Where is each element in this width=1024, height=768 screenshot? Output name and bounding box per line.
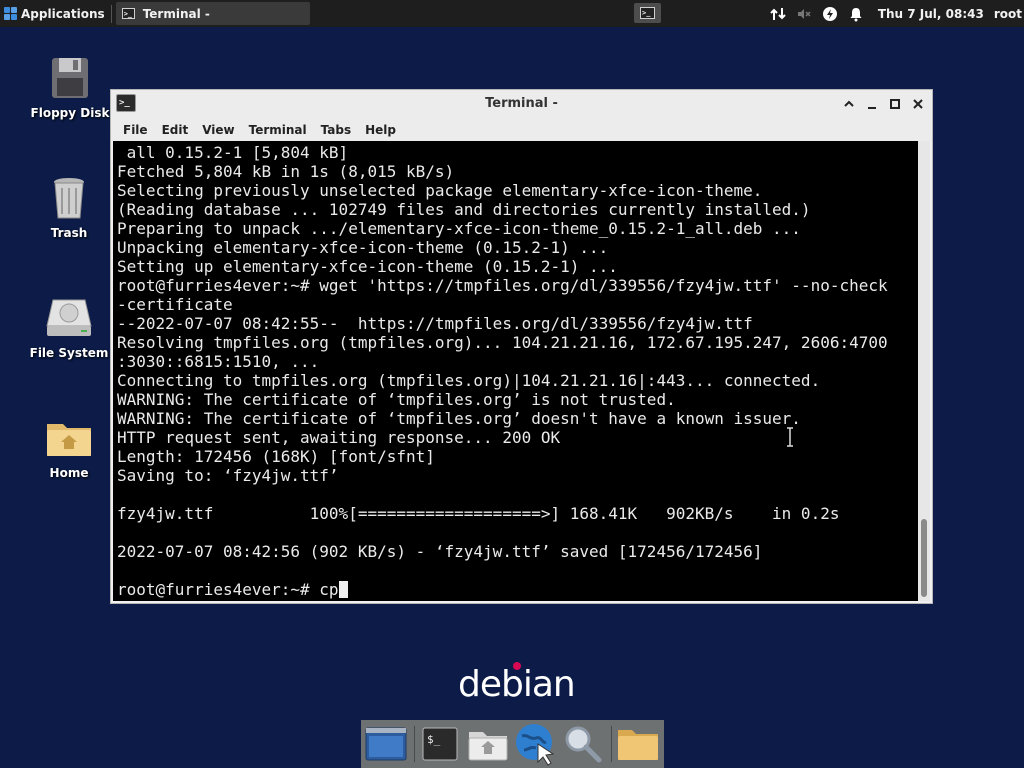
maximize-button[interactable] (886, 95, 903, 112)
app-finder-icon (565, 726, 602, 763)
taskbar-terminal-label: Terminal - (142, 6, 210, 21)
floppy-disk-icon (46, 54, 94, 102)
debian-logo: debian (458, 662, 576, 705)
text-cursor-icon (787, 427, 793, 447)
dock-file-manager[interactable] (466, 721, 510, 767)
file-manager-icon (468, 732, 508, 761)
terminal-output[interactable]: all 0.15.2-1 [5,804 kB] Fetched 5,804 kB… (113, 141, 920, 601)
home-folder-icon (45, 414, 93, 462)
dock-folder[interactable] (616, 721, 660, 767)
terminal-text: all 0.15.2-1 [5,804 kB] Fetched 5,804 kB… (117, 143, 888, 599)
dock-terminal[interactable]: $_ (418, 721, 462, 767)
applications-label: Applications (21, 6, 105, 21)
panel-separator (110, 4, 112, 23)
svg-text:$_: $_ (427, 733, 441, 746)
scrollbar-thumb[interactable] (921, 519, 927, 597)
menu-view[interactable]: View (202, 123, 234, 137)
notification-bell-icon[interactable] (848, 6, 864, 22)
desktop-icon-label: Trash (50, 226, 88, 240)
dock-show-desktop[interactable] (364, 721, 408, 767)
dock-separator (413, 726, 415, 762)
terminal-prompt-line[interactable]: root@furries4ever:~# cp (117, 580, 339, 599)
window-title: Terminal - (485, 96, 558, 111)
menu-terminal[interactable]: Terminal (249, 123, 307, 137)
maximize-icon (889, 98, 900, 109)
desktop-icon-file-system[interactable]: File System (29, 294, 109, 360)
dock: $_ (361, 720, 664, 768)
desktop-icon-label: Floppy Disk (30, 106, 110, 120)
volume-muted-icon[interactable] (796, 6, 812, 22)
show-desktop-icon (365, 727, 407, 761)
menu-bar: File Edit View Terminal Tabs Help (111, 118, 932, 141)
menu-tabs[interactable]: Tabs (321, 123, 351, 137)
top-panel: Applications >_ Terminal - >_ Thu 7 Jul,… (0, 0, 1024, 27)
terminal-icon: $_ (422, 727, 458, 761)
desktop-icon-floppy-disk[interactable]: Floppy Disk (30, 54, 110, 120)
terminal-window: >_ Terminal - File Edit View Terminal Ta… (110, 89, 933, 604)
close-button[interactable] (909, 95, 926, 112)
desktop-icon-home[interactable]: Home (29, 414, 109, 480)
minimize-icon (867, 106, 876, 109)
window-titlebar[interactable]: >_ Terminal - (111, 90, 932, 118)
menu-edit[interactable]: Edit (162, 123, 189, 137)
workspace-terminal-icon: >_ (640, 7, 655, 19)
dock-web-browser[interactable] (514, 721, 558, 767)
network-icon[interactable] (770, 6, 786, 22)
system-tray: Thu 7 Jul, 08:43 root (770, 0, 1024, 27)
shade-button[interactable] (840, 95, 857, 112)
debian-logo-text: debian (458, 664, 576, 705)
menu-file[interactable]: File (123, 123, 148, 137)
desktop-icon-trash[interactable]: Trash (29, 174, 109, 240)
folder-icon (618, 730, 659, 760)
desktop-icon-label: Home (49, 466, 89, 480)
desktop-icon-label: File System (29, 346, 109, 360)
taskbar-terminal-button[interactable]: >_ Terminal - (115, 2, 310, 25)
power-icon[interactable] (822, 6, 838, 22)
dock-app-finder[interactable] (562, 721, 606, 767)
dock-separator (611, 726, 613, 762)
web-browser-icon (515, 724, 554, 766)
minimize-button[interactable] (863, 95, 880, 112)
applications-menu-icon (4, 6, 18, 21)
debian-swirl-icon (513, 662, 521, 670)
user-menu[interactable]: root (994, 7, 1022, 21)
chevron-up-icon (843, 100, 854, 107)
hard-drive-icon (45, 294, 93, 342)
clock[interactable]: Thu 7 Jul, 08:43 (878, 7, 984, 21)
terminal-block-cursor (338, 581, 348, 598)
menu-help[interactable]: Help (365, 123, 396, 137)
close-icon (912, 98, 923, 109)
workspace-switcher[interactable]: >_ (634, 3, 661, 23)
trash-icon (45, 174, 93, 222)
terminal-icon: >_ (121, 8, 135, 19)
terminal-scrollbar[interactable] (918, 141, 930, 601)
applications-menu-button[interactable]: Applications (0, 0, 109, 27)
